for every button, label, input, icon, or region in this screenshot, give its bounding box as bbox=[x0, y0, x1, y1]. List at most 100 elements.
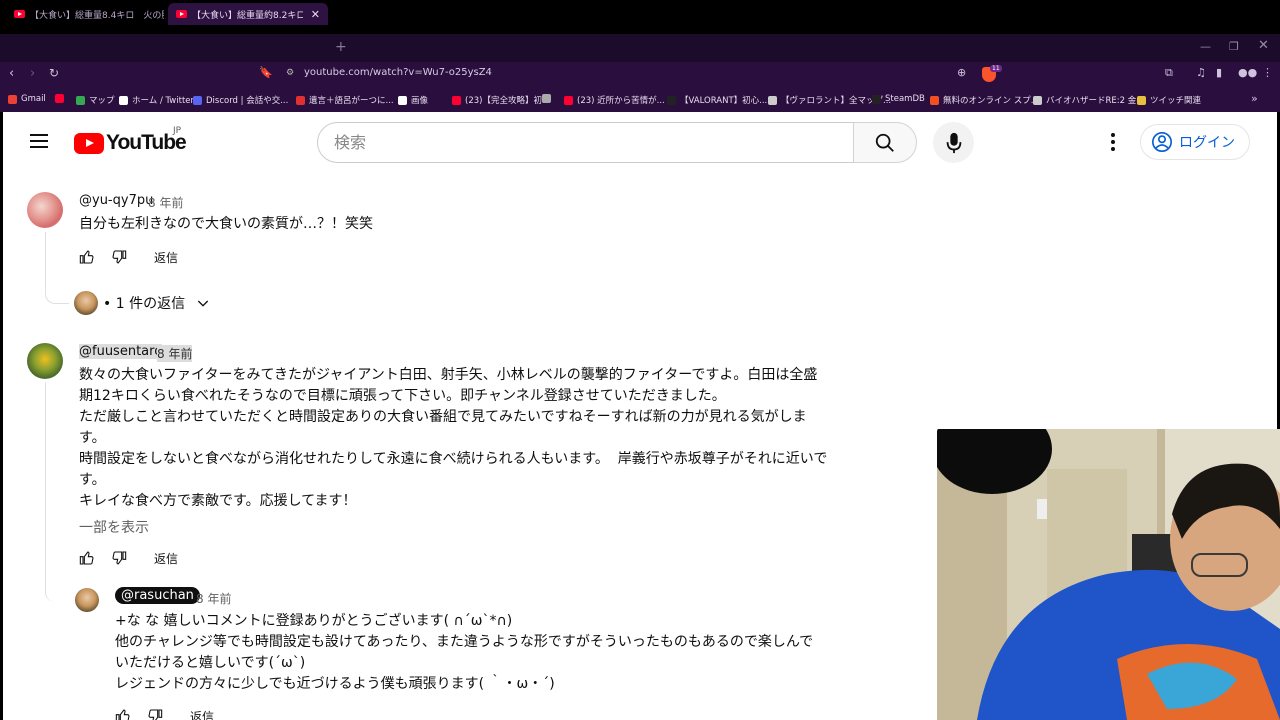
masthead: YouTube JP ログイン bbox=[3, 112, 1277, 172]
back-icon[interactable]: ‹ bbox=[9, 66, 14, 81]
menu-icon[interactable]: ⋮ bbox=[1262, 66, 1273, 79]
like-button[interactable] bbox=[112, 705, 134, 720]
site-settings-icon[interactable]: ⚙ bbox=[286, 68, 294, 78]
bookmark-favicon-icon bbox=[296, 95, 305, 105]
bookmark-label: マップ bbox=[89, 96, 115, 106]
bookmark-item[interactable]: ツイッチ関連 bbox=[1137, 94, 1201, 106]
tab-2[interactable]: 【大食い】総重量約8.2キロ 男気 ✕ bbox=[168, 3, 328, 25]
youtube-icon bbox=[14, 10, 25, 18]
reply-button[interactable]: 返信 bbox=[190, 708, 214, 720]
forward-icon[interactable]: › bbox=[30, 66, 35, 81]
bookmark-label: 無料のオンライン スプ... bbox=[943, 96, 1039, 106]
login-button[interactable]: ログイン bbox=[1140, 124, 1250, 160]
bookmark-item[interactable]: 画像 bbox=[398, 94, 428, 106]
microphone-icon bbox=[946, 132, 961, 153]
bookmark-favicon-icon bbox=[76, 95, 85, 105]
reply-button[interactable]: 返信 bbox=[154, 550, 178, 567]
bookmark-favicon-icon bbox=[542, 94, 551, 103]
youtube-logo[interactable]: YouTube bbox=[74, 131, 187, 155]
more-bookmarks-icon[interactable]: » bbox=[1251, 92, 1258, 105]
webcam-overlay bbox=[937, 429, 1280, 720]
close-icon[interactable]: ✕ bbox=[311, 8, 320, 21]
avatar[interactable] bbox=[27, 343, 63, 379]
login-label: ログイン bbox=[1179, 135, 1235, 151]
reload-icon[interactable]: ↻ bbox=[49, 66, 59, 80]
bookmark-item[interactable]: ホーム / Twitter bbox=[119, 94, 194, 106]
comment-author[interactable]: @yu-qy7pu bbox=[79, 193, 153, 208]
search-button[interactable] bbox=[853, 122, 917, 163]
dislike-button[interactable] bbox=[108, 547, 130, 569]
close-window-icon[interactable]: ✕ bbox=[1258, 38, 1269, 53]
like-button[interactable] bbox=[76, 246, 98, 268]
bookmark-item[interactable] bbox=[55, 94, 68, 103]
screenshot-icon[interactable]: ⧉ bbox=[1165, 66, 1173, 80]
address-bar[interactable]: youtube.com/watch?v=Wu7-o25ysZ4 bbox=[304, 67, 492, 78]
tab-bar bbox=[0, 34, 1280, 62]
dislike-button[interactable] bbox=[108, 246, 130, 268]
comment-text: 数々の大食いファイターをみてきたがジャイアント白田、射手矢、小林レベルの襲撃的フ… bbox=[79, 367, 828, 509]
bookmark-favicon-icon bbox=[193, 95, 202, 105]
bookmark-item[interactable]: (23)【完全攻略】初... bbox=[452, 94, 550, 106]
show-less-button[interactable]: 一部を表示 bbox=[79, 517, 149, 537]
thumbs-up-icon bbox=[79, 551, 94, 565]
comment-time[interactable]: 8 年前 bbox=[196, 590, 231, 607]
comment-author[interactable]: @fuusentaro bbox=[79, 344, 163, 359]
bookmark-icon[interactable]: 🔖 bbox=[259, 66, 273, 79]
bookmark-label: ツイッチ関連 bbox=[1150, 96, 1202, 106]
shield-count-badge: 11 bbox=[990, 65, 1002, 72]
comment-time[interactable]: 8 年前 bbox=[148, 194, 183, 211]
maximize-icon[interactable]: ❐ bbox=[1229, 40, 1239, 53]
extension-icon[interactable]: ●● bbox=[1238, 66, 1257, 79]
bookmark-item[interactable]: 【VALORANT】初心... bbox=[667, 94, 767, 106]
bookmark-label: 遺言＋語呂がーつに... bbox=[309, 96, 394, 106]
bookmark-item[interactable]: マップ bbox=[76, 94, 115, 106]
new-tab-button[interactable]: + bbox=[335, 39, 347, 55]
bookmark-item[interactable]: 無料のオンライン スプ... bbox=[930, 94, 1039, 106]
dislike-button[interactable] bbox=[144, 705, 166, 720]
bookmark-favicon-icon bbox=[55, 94, 64, 103]
creator-author-badge[interactable]: @rasuchan bbox=[115, 587, 200, 604]
bookmark-item[interactable] bbox=[542, 94, 555, 103]
thumbs-up-icon bbox=[79, 250, 94, 264]
search-icon bbox=[875, 133, 894, 152]
bookmark-label: バイオハザードRE:2 金... bbox=[1046, 96, 1145, 106]
bookmark-favicon-icon bbox=[1137, 95, 1146, 105]
thumbs-down-icon bbox=[112, 250, 127, 264]
bookmark-favicon-icon bbox=[872, 94, 881, 104]
chevron-down-icon bbox=[197, 300, 209, 307]
thread-line bbox=[45, 232, 69, 304]
thumbs-up-icon bbox=[115, 709, 130, 720]
bookmark-item[interactable]: SteamDB bbox=[872, 94, 925, 104]
replies-toggle[interactable]: • 1 件の返信 bbox=[74, 291, 211, 315]
like-button[interactable] bbox=[76, 547, 98, 569]
avatar[interactable] bbox=[27, 192, 63, 228]
zoom-icon[interactable]: ⊕ bbox=[957, 66, 966, 79]
search-input[interactable] bbox=[317, 122, 854, 163]
minimize-icon[interactable]: — bbox=[1200, 40, 1211, 53]
bookmark-label: (23) 近所から苦情が... bbox=[577, 96, 665, 106]
bookmark-item[interactable]: (23) 近所から苦情が... bbox=[564, 94, 665, 106]
reply-button[interactable]: 返信 bbox=[154, 249, 178, 266]
settings-menu-icon[interactable] bbox=[1103, 132, 1123, 152]
sidebar-icon[interactable]: ▮ bbox=[1216, 66, 1222, 79]
bookmark-favicon-icon bbox=[8, 94, 17, 104]
bookmark-favicon-icon bbox=[930, 95, 939, 105]
thumbs-down-icon bbox=[148, 709, 163, 720]
bookmark-label: (23)【完全攻略】初... bbox=[465, 96, 551, 106]
region-code: JP bbox=[173, 126, 182, 136]
hamburger-menu-icon[interactable] bbox=[30, 134, 48, 148]
bookmark-label: SteamDB bbox=[885, 94, 925, 104]
tab-1[interactable]: 【大食い】総重量8.4キロ 火の豚 まぜ bbox=[6, 3, 164, 25]
comment-time[interactable]: 8 年前 bbox=[157, 345, 193, 362]
avatar[interactable] bbox=[75, 588, 99, 612]
bookmark-item[interactable]: Discord | 会話や交... bbox=[193, 94, 288, 106]
account-icon bbox=[1152, 132, 1172, 152]
bookmark-item[interactable]: バイオハザードRE:2 金... bbox=[1033, 94, 1144, 106]
bookmark-item[interactable]: 遺言＋語呂がーつに... bbox=[296, 94, 394, 106]
music-icon[interactable]: ♫ bbox=[1196, 66, 1206, 79]
bookmark-favicon-icon bbox=[1033, 95, 1042, 105]
thumbs-down-icon bbox=[112, 551, 127, 565]
voice-search-button[interactable] bbox=[933, 122, 974, 163]
thread-line bbox=[45, 382, 69, 602]
bookmark-item[interactable]: Gmail bbox=[8, 94, 46, 104]
